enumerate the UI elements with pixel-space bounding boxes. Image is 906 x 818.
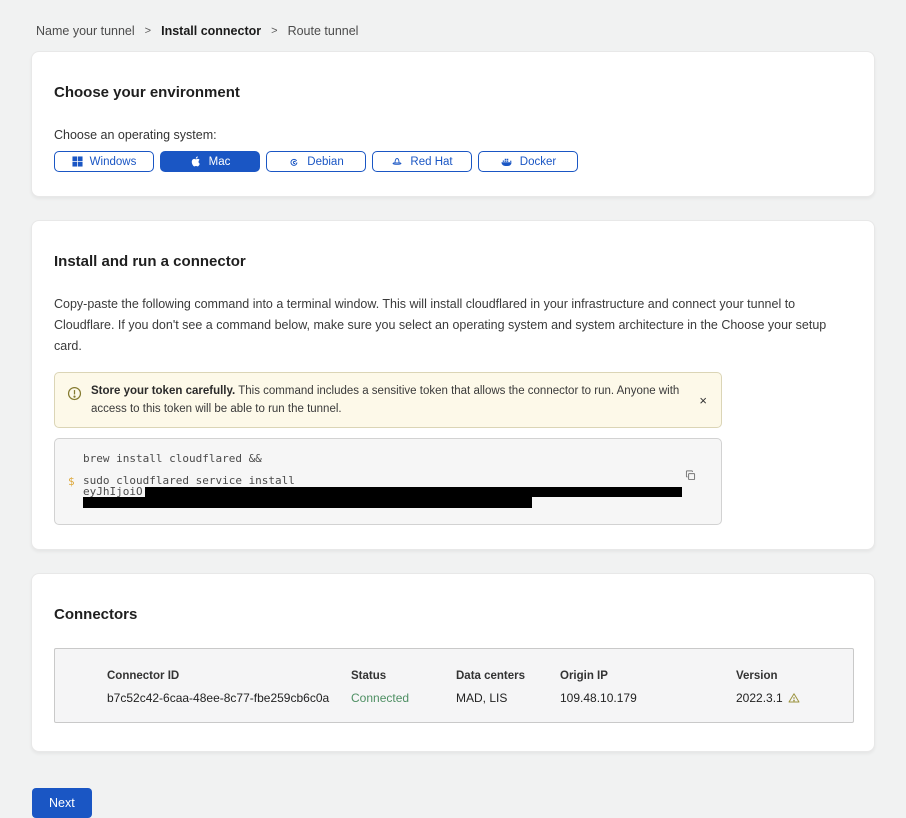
connectors-table: Connector ID Status Data centers Origin … <box>54 648 854 723</box>
connector-id-value: b7c52c42-6caa-48ee-8c77-fbe259cb6c0a <box>107 691 351 705</box>
breadcrumb-step-name-your-tunnel[interactable]: Name your tunnel <box>36 24 135 38</box>
breadcrumb: Name your tunnel > Install connector > R… <box>31 0 875 51</box>
token-warning-banner: Store your token carefully. This command… <box>54 372 722 428</box>
os-button-label: Docker <box>520 156 556 168</box>
next-button[interactable]: Next <box>32 788 92 818</box>
close-icon: × <box>699 393 707 408</box>
command-line-brew: brew install cloudflared && <box>83 452 262 465</box>
install-card: Install and run a connector Copy-paste t… <box>31 220 875 550</box>
install-card-title: Install and run a connector <box>54 253 852 270</box>
os-select-label: Choose an operating system: <box>54 128 852 142</box>
warning-text: Store your token carefully. This command… <box>91 382 688 418</box>
connectors-card-title: Connectors <box>54 606 852 623</box>
table-header-status: Status <box>351 670 456 682</box>
breadcrumb-separator: > <box>271 25 277 37</box>
status-value: Connected <box>351 691 456 705</box>
table-header-origin-ip: Origin IP <box>560 670 736 682</box>
environment-card-title: Choose your environment <box>54 84 852 101</box>
warning-circle-icon <box>67 386 82 401</box>
token-redaction-bar <box>83 497 532 508</box>
install-description: Copy-paste the following command into a … <box>54 294 849 357</box>
command-block: brew install cloudflared && $ sudo cloud… <box>54 438 722 525</box>
breadcrumb-step-route-tunnel[interactable]: Route tunnel <box>288 24 359 38</box>
token-prefix: eyJhIjoiO <box>83 486 143 497</box>
os-button-mac[interactable]: Mac <box>160 151 260 172</box>
os-button-label: Windows <box>90 156 137 168</box>
table-header-data-centers: Data centers <box>456 670 560 682</box>
origin-ip-value: 109.48.10.179 <box>560 691 736 705</box>
table-header-connector-id: Connector ID <box>107 670 351 682</box>
version-warning-icon[interactable] <box>788 692 800 704</box>
copy-icon <box>684 469 697 482</box>
connectors-card: Connectors Connector ID Status Data cent… <box>31 573 875 752</box>
debian-icon <box>288 156 300 168</box>
docker-icon <box>500 156 513 168</box>
os-button-docker[interactable]: Docker <box>478 151 578 172</box>
breadcrumb-separator: > <box>145 25 151 37</box>
windows-icon <box>72 156 83 167</box>
token-redaction-bar <box>145 487 682 497</box>
os-button-label: Debian <box>307 156 343 168</box>
data-centers-value: MAD, LIS <box>456 691 560 705</box>
warning-title: Store your token carefully. <box>91 385 235 397</box>
shell-prompt: $ <box>68 475 83 510</box>
warning-close-button[interactable]: × <box>697 390 709 411</box>
tunnel-setup-page: Name your tunnel > Install connector > R… <box>0 0 906 818</box>
command-line-sudo: sudo cloudflared service install <box>83 475 682 486</box>
os-button-redhat[interactable]: Red Hat <box>372 151 472 172</box>
os-button-windows[interactable]: Windows <box>54 151 154 172</box>
os-button-label: Red Hat <box>410 156 452 168</box>
breadcrumb-step-install-connector[interactable]: Install connector <box>161 24 261 38</box>
table-header-version: Version <box>736 670 853 682</box>
copy-command-button[interactable] <box>682 467 699 487</box>
version-value: 2022.3.1 <box>736 691 783 705</box>
os-button-debian[interactable]: Debian <box>266 151 366 172</box>
redhat-icon <box>391 156 403 168</box>
version-value-cell: 2022.3.1 <box>736 691 853 705</box>
os-button-group: Windows Mac Debian Red Hat <box>54 151 852 172</box>
apple-icon <box>190 155 202 168</box>
os-button-label: Mac <box>209 156 231 168</box>
environment-card: Choose your environment Choose an operat… <box>31 51 875 197</box>
prompt-gutter <box>68 452 83 465</box>
